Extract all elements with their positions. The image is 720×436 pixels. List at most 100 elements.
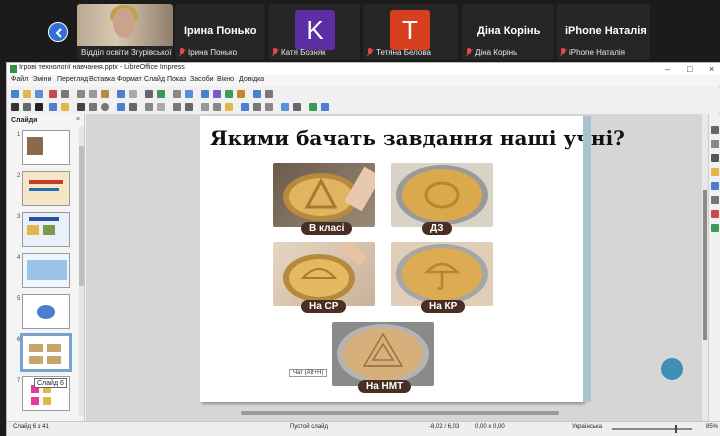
participant-tile-4[interactable]: T Тетяна Белова [363, 4, 458, 60]
slide-thumbnail-3[interactable] [22, 212, 70, 247]
fill-color-icon[interactable] [61, 103, 69, 111]
print-icon[interactable] [61, 90, 69, 98]
display-views-icon[interactable] [185, 90, 193, 98]
thumb-number: 1 [17, 132, 21, 138]
participant-tile-6[interactable]: iPhone Наталія iPhone Наталія [556, 4, 650, 60]
interaction-icon[interactable] [321, 103, 329, 111]
language[interactable]: Українська [572, 424, 602, 430]
basic-shapes-icon[interactable] [157, 103, 165, 111]
paste-icon[interactable] [101, 90, 109, 98]
rectangle-icon[interactable] [89, 103, 97, 111]
menu-view[interactable]: Перегляд [57, 76, 88, 83]
master-slides-icon[interactable] [711, 224, 719, 232]
vertical-scroll-thumb[interactable] [703, 190, 707, 340]
minimize-button[interactable]: – [665, 63, 670, 75]
crop-icon[interactable] [293, 103, 301, 111]
arrange-icon[interactable] [265, 103, 273, 111]
navigator-icon[interactable] [711, 182, 719, 190]
slide-transition-icon[interactable] [711, 140, 719, 148]
align-icon[interactable] [253, 103, 261, 111]
photo-triangle[interactable] [273, 163, 375, 227]
maximize-button[interactable]: □ [687, 63, 692, 75]
find-icon[interactable] [145, 90, 153, 98]
zoom-level[interactable]: 85% [706, 424, 718, 430]
text-icon[interactable] [35, 103, 43, 111]
floating-action-button[interactable] [661, 358, 683, 380]
participant-tile-3[interactable]: K Катя Бозняк [268, 4, 360, 60]
stars-icon[interactable] [225, 103, 233, 111]
open-icon[interactable] [23, 90, 31, 98]
photo-umbrella-2[interactable] [391, 242, 493, 306]
slide-thumbnail-4[interactable] [22, 253, 70, 288]
redo-icon[interactable] [129, 90, 137, 98]
properties-icon[interactable] [711, 126, 719, 134]
panel-scrollbar[interactable] [79, 126, 84, 416]
gallery-icon[interactable] [711, 168, 719, 176]
participant-tile-5[interactable]: Діна Корінь Діна Корінь [462, 4, 554, 60]
rotate-icon[interactable] [241, 103, 249, 111]
cut-icon[interactable] [77, 90, 85, 98]
slide-title[interactable]: Якими бачать завдання наші учні? [210, 126, 625, 150]
new-icon[interactable] [11, 90, 19, 98]
image-icon[interactable] [213, 90, 221, 98]
menu-tools[interactable]: Засоби [190, 76, 214, 83]
arrow-icon[interactable] [117, 103, 125, 111]
menu-format[interactable]: Формат [117, 76, 142, 83]
line-color-icon[interactable] [49, 103, 57, 111]
line-icon[interactable] [77, 103, 85, 111]
photo-pattern[interactable] [332, 322, 434, 386]
grid-icon[interactable] [173, 90, 181, 98]
symbol-shapes-icon[interactable] [173, 103, 181, 111]
back-button[interactable] [48, 22, 68, 42]
menu-show[interactable]: Показ [167, 76, 186, 83]
close-panel-button[interactable]: × [76, 116, 80, 123]
animation-icon[interactable] [711, 210, 719, 218]
slide-thumbnail-1[interactable] [22, 130, 70, 165]
menu-insert[interactable]: Вставка [89, 76, 115, 83]
shadow-icon[interactable] [281, 103, 289, 111]
close-window-button[interactable]: × [709, 63, 714, 75]
ellipse-icon[interactable] [101, 103, 109, 111]
slide-thumbnail-6[interactable] [20, 333, 72, 372]
photo-umbrella-1[interactable] [273, 242, 375, 306]
zoom-slider-handle[interactable] [675, 425, 677, 433]
avatar: T [390, 10, 430, 50]
participant-tile-1[interactable]: Відділ освіти Згурівської ... [77, 4, 173, 60]
select-icon[interactable] [11, 103, 19, 111]
connector-icon[interactable] [145, 103, 153, 111]
save-icon[interactable] [35, 90, 43, 98]
callouts-icon[interactable] [213, 103, 221, 111]
export-pdf-icon[interactable] [49, 90, 57, 98]
zoom-icon[interactable] [23, 103, 31, 111]
copy-icon[interactable] [89, 90, 97, 98]
undo-icon[interactable] [117, 90, 125, 98]
flowchart-icon[interactable] [201, 103, 209, 111]
thumb-photo [29, 356, 43, 364]
slide-canvas[interactable]: Якими бачать завдання наші учні? В класі [200, 116, 683, 402]
menu-help[interactable]: Довідка [239, 76, 264, 83]
filter-icon[interactable] [309, 103, 317, 111]
participant-tile-2[interactable]: Ірина Понько Ірина Понько [175, 4, 265, 60]
horizontal-scrollbar[interactable] [241, 411, 559, 415]
spelling-icon[interactable] [157, 90, 165, 98]
shapes-icon[interactable] [711, 196, 719, 204]
menu-edit[interactable]: Зміни [33, 76, 51, 83]
photo-circle[interactable] [391, 163, 493, 227]
menu-file[interactable]: Файл [11, 76, 28, 83]
slide-thumbnail-2[interactable] [22, 171, 70, 206]
curve-icon[interactable] [129, 103, 137, 111]
block-arrows-icon[interactable] [185, 103, 193, 111]
styles-icon[interactable] [711, 154, 719, 162]
panel-scroll-thumb[interactable] [79, 146, 84, 286]
menu-window[interactable]: Вікно [217, 76, 234, 83]
thumb-photo [31, 397, 39, 405]
start-slideshow-icon[interactable] [253, 90, 261, 98]
table-icon[interactable] [201, 90, 209, 98]
textbox-icon[interactable] [237, 90, 245, 98]
menu-slide[interactable]: Слайд [144, 76, 165, 83]
chart-icon[interactable] [225, 90, 233, 98]
thumb-text [29, 188, 59, 191]
zoom-slider[interactable] [612, 428, 692, 430]
new-slide-icon[interactable] [265, 90, 273, 98]
slide-thumbnail-5[interactable] [22, 294, 70, 329]
